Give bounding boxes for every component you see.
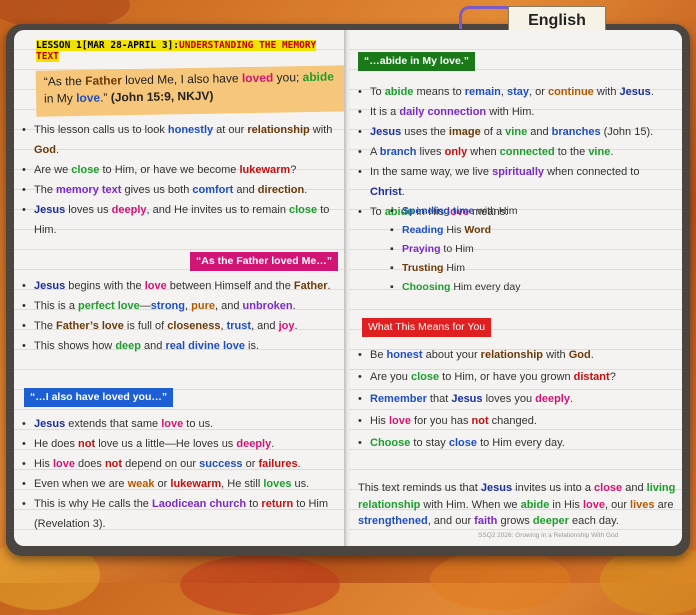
list-item: • This is a perfect love—strong, pure, an… (22, 300, 296, 312)
list-item: ▪ Praying to Him (390, 243, 474, 255)
list-item: • His love for you has not changed. (358, 415, 537, 427)
right-page: “…abide in My love.” • To abide means to … (350, 30, 682, 546)
list-item: ▪ Choosing Him every day (390, 281, 521, 293)
autumn-leaf (430, 550, 570, 610)
list-item: • Be honest about your relationship with … (358, 349, 594, 361)
lesson-title: LESSON 1[MAR 28-APRIL 3]:UNDERSTANDING T… (32, 38, 348, 64)
intro-list: • This lesson calls us to look honestly a… (22, 120, 340, 240)
list-item: • The Father’s love is full of closeness,… (22, 320, 298, 332)
list-item: • This lesson calls us to look honestly a… (22, 124, 333, 156)
loved-list: • Jesus extends that same love to us. • He… (22, 414, 340, 534)
list-item: • Jesus extends that same love to us. (22, 418, 214, 430)
list-item: • Remember that Jesus loves you deeply. (358, 393, 574, 405)
list-item: • To abide means to remain, stay, or cont… (358, 86, 654, 98)
list-item: • Are you close to Him, or have you grown… (358, 371, 616, 383)
lesson-prefix: LESSON 1[MAR 28-APRIL 3]: (36, 40, 179, 51)
list-item: • It is a daily connection with Him. (358, 106, 535, 118)
list-item: • His love does not depend on our success… (22, 458, 301, 470)
heading-loved: “…I also have loved you…” (24, 388, 174, 407)
list-item: • Jesus loves us deeply, and He invites u… (22, 204, 330, 236)
list-item: ▪ Spending time with Him (390, 205, 518, 217)
verse-reference: (John 15:9, NKJV) (110, 88, 214, 105)
list-item: • Choose to stay close to Him every day. (358, 437, 565, 449)
list-item: • Jesus uses the image of a vine and bran… (358, 126, 654, 138)
list-item: • This is why He calls the Laodicean chur… (22, 498, 329, 530)
closing-paragraph: This text reminds us that Jesus invites … (358, 482, 676, 527)
memory-verse: “As the Father loved Me, I also have lov… (35, 65, 348, 117)
list-item: • A branch lives only when connected to t… (358, 146, 614, 158)
list-item: • In the same way, we live spiritually wh… (358, 166, 640, 198)
footer-caption: SSQ2 2026: Growing in a Relationship Wit… (478, 532, 619, 539)
list-item: • This shows how deep and real divine lov… (22, 340, 260, 352)
left-page: LESSON 1[MAR 28-APRIL 3]:UNDERSTANDING T… (14, 30, 348, 546)
heading-abide: “…abide in My love.” (358, 52, 476, 71)
list-item: • Jesus begins with the love between Hims… (22, 280, 331, 292)
means-list: • Be honest about your relationship with … (358, 344, 676, 454)
heading-means: What This Means for You (362, 318, 492, 337)
list-item: ▪ Reading His Word (390, 224, 492, 236)
list-item: • The memory text gives us both comfort a… (22, 184, 308, 196)
abide-sublist: ▪ Spending time with Him ▪ Reading His Wor… (390, 202, 650, 297)
abide-list: • To abide means to remain, stay, or cont… (358, 82, 676, 222)
list-item: • Are we close to Him, or have we become … (22, 164, 297, 176)
father-list: • Jesus begins with the love between Hims… (22, 276, 340, 356)
list-item: • Even when we are weak or lukewarm, He s… (22, 478, 310, 490)
list-item: ▪ Trusting Him (390, 262, 466, 274)
heading-father: “As the Father loved Me…” (190, 252, 338, 271)
list-item: • He does not love us a little—He loves u… (22, 438, 275, 450)
autumn-leaf (180, 555, 340, 615)
